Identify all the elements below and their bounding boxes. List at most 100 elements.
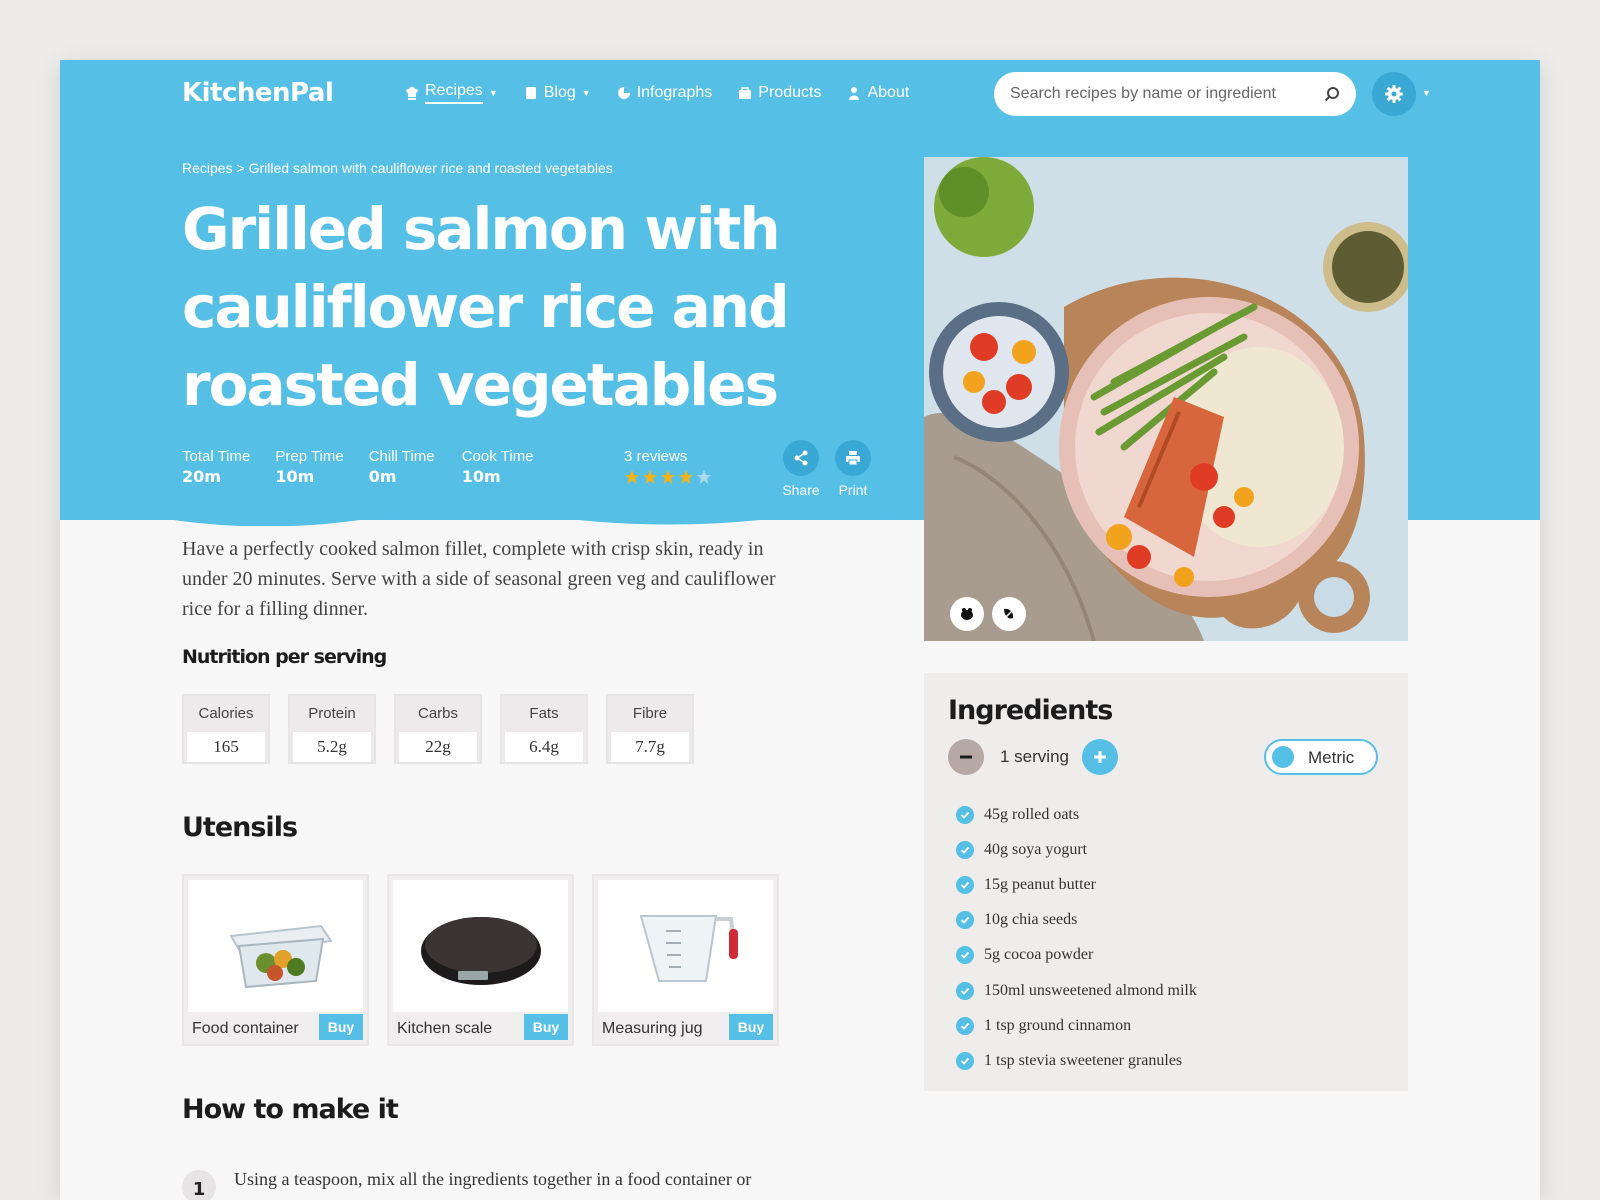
chevron-down-icon[interactable]: ▼ [1422, 88, 1431, 98]
buy-button[interactable]: Buy [729, 1014, 773, 1040]
time-cook: Cook Time 10m [462, 448, 534, 486]
measuring-jug-icon [598, 880, 773, 1012]
star-filled-icon[interactable] [660, 469, 676, 485]
gear-icon [1385, 85, 1403, 103]
checkmark-icon[interactable] [956, 911, 974, 930]
pie-chart-icon [617, 87, 630, 99]
time-value: 10m [275, 467, 315, 486]
servings-count: 1 serving [1000, 747, 1069, 766]
recipe-times: Total Time 20m Prep Time 10m Chill Time … [182, 448, 533, 486]
star-filled-icon[interactable] [642, 469, 658, 485]
checkmark-icon[interactable] [956, 981, 974, 1000]
main-nav: Recipes ▼ Blog ▼ Infographs Products Abo… [405, 82, 909, 104]
checkmark-icon[interactable] [956, 1051, 974, 1070]
chef-hat-icon [406, 86, 418, 100]
nav-item-infographs[interactable]: Infographs [617, 82, 713, 104]
utensil-label: Kitchen scale [397, 1020, 493, 1037]
reviews-count[interactable]: 3 reviews [624, 448, 712, 465]
star-filled-icon[interactable] [624, 469, 640, 485]
decrease-servings-button[interactable] [948, 739, 984, 775]
time-value: 0m [368, 467, 397, 486]
ingredient-label: 45g rolled oats [984, 805, 1080, 823]
utensil-label: Food container [192, 1020, 299, 1037]
nutrition-panel: Calories 165 Protein 5.2g Carbs 22g Fats… [182, 694, 694, 764]
share-label: Share [782, 482, 820, 498]
toggle-knob [1272, 746, 1294, 768]
ingredient-item[interactable]: 40g soya yogurt [956, 832, 1197, 867]
site-logo[interactable]: KitchenPal [182, 78, 334, 108]
share-icon [783, 440, 819, 476]
ingredient-item[interactable]: 1 tsp stevia sweetener granules [956, 1043, 1197, 1078]
print-button[interactable]: Print [828, 440, 878, 498]
page-frame: KitchenPal Recipes ▼ Blog ▼ Infographs P… [60, 60, 1540, 1200]
nav-item-recipes[interactable]: Recipes ▼ [405, 82, 498, 104]
utensils-list: Food container Buy Kitchen scale Buy Mea… [182, 874, 779, 1046]
unit-toggle[interactable]: Metric [1264, 739, 1378, 775]
star-rating[interactable] [624, 469, 712, 485]
search-box [994, 72, 1356, 116]
time-label: Total Time [182, 448, 251, 465]
utensil-card[interactable]: Measuring jug Buy [592, 874, 779, 1046]
increase-servings-button[interactable] [1082, 739, 1118, 775]
buy-button[interactable]: Buy [524, 1014, 568, 1040]
nav-label: Products [758, 84, 822, 101]
food-container-icon [188, 880, 363, 1012]
nutrition-value: 22g [399, 732, 477, 762]
share-button[interactable]: Share [776, 440, 826, 498]
settings-button[interactable] [1372, 72, 1416, 116]
ingredient-item[interactable]: 1 tsp ground cinnamon [956, 1008, 1197, 1043]
method-step: 1 Using a teaspoon, mix all the ingredie… [182, 1166, 794, 1200]
ingredient-item[interactable]: 15g peanut butter [956, 867, 1197, 902]
ingredient-item[interactable]: 150ml unsweetened almond milk [956, 973, 1197, 1008]
ingredient-label: 150ml unsweetened almond milk [984, 981, 1197, 999]
title-line: Grilled salmon with [182, 195, 781, 263]
star-empty-icon[interactable] [696, 469, 712, 485]
ingredient-item[interactable]: 10g chia seeds [956, 903, 1197, 938]
method-heading: How to make it [182, 1094, 399, 1125]
utensil-card[interactable]: Food container Buy [182, 874, 369, 1046]
search-input[interactable] [1010, 85, 1324, 103]
utensils-heading: Utensils [182, 812, 298, 843]
checkmark-icon[interactable] [956, 840, 974, 859]
nutrition-label: Carbs [417, 705, 458, 722]
nav-label: Infographs [636, 84, 713, 101]
page-title: Grilled salmon with cauliflower rice and… [182, 190, 822, 424]
nav-item-products[interactable]: Products [738, 82, 821, 104]
checkmark-icon[interactable] [956, 1016, 974, 1035]
chevron-down-icon: ▼ [581, 88, 591, 98]
minus-icon [960, 755, 972, 759]
breadcrumb-separator: > [236, 160, 245, 176]
chevron-down-icon: ▼ [488, 88, 498, 98]
checkmark-icon[interactable] [956, 805, 974, 824]
title-line: cauliflower rice and [182, 273, 790, 341]
nutrition-item: Fats 6.4g [500, 694, 588, 764]
buy-button[interactable]: Buy [319, 1014, 363, 1040]
shopping-bag-icon [739, 87, 752, 99]
ingredient-label: 1 tsp stevia sweetener granules [984, 1051, 1183, 1069]
nav-item-blog[interactable]: Blog ▼ [524, 82, 591, 104]
reviews[interactable]: 3 reviews [624, 448, 712, 485]
breadcrumb-root[interactable]: Recipes [182, 160, 233, 176]
print-label: Print [838, 482, 868, 498]
ingredient-label: 1 tsp ground cinnamon [984, 1016, 1132, 1034]
person-icon [849, 87, 860, 100]
search-icon[interactable] [1324, 86, 1340, 102]
utensil-label: Measuring jug [602, 1020, 703, 1037]
title-line: roasted vegetables [182, 351, 779, 419]
nutrition-item: Protein 5.2g [288, 694, 376, 764]
time-total: Total Time 20m [182, 448, 250, 486]
nutrition-label: Fibre [632, 705, 668, 722]
ingredient-item[interactable]: 45g rolled oats [956, 797, 1197, 832]
nutrition-heading: Nutrition per serving [182, 646, 387, 668]
nutrition-item: Calories 165 [182, 694, 270, 764]
star-filled-icon[interactable] [678, 469, 694, 485]
nav-label: Blog [543, 84, 576, 101]
checkmark-icon[interactable] [956, 946, 974, 965]
dairy-free-icon [992, 597, 1026, 631]
checkmark-icon[interactable] [956, 875, 974, 894]
time-value: 20m [182, 467, 221, 486]
utensil-card[interactable]: Kitchen scale Buy [387, 874, 574, 1046]
nav-item-about[interactable]: About [847, 82, 909, 104]
nav-label: Recipes [425, 82, 483, 104]
ingredient-item[interactable]: 5g cocoa powder [956, 938, 1197, 973]
